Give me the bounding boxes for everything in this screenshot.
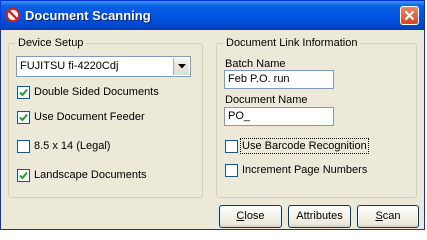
legal-size-checkbox[interactable]: 8.5 x 14 (Legal)	[17, 139, 197, 154]
chevron-down-icon	[178, 64, 186, 69]
checkbox-box[interactable]	[225, 140, 238, 153]
document-name-input[interactable]: PO_	[224, 107, 334, 126]
landscape-label: Landscape Documents	[34, 169, 147, 181]
double-sided-label: Double Sided Documents	[34, 86, 159, 98]
scan-button-accel: S	[375, 210, 383, 222]
checkbox-box[interactable]	[17, 111, 30, 124]
title-bar[interactable]: Document Scanning	[1, 1, 424, 30]
barcode-recognition-label: Use Barcode Recognition	[240, 138, 369, 154]
checkbox-box[interactable]	[225, 164, 238, 177]
device-setup-group: Device Setup FUJITSU fi-4220Cdj Double S…	[8, 37, 203, 198]
checkmark-icon	[19, 171, 28, 180]
document-feeder-label: Use Document Feeder	[34, 111, 145, 123]
batch-name-label: Batch Name	[225, 58, 286, 70]
batch-name-value: Feb P.O. run	[228, 73, 290, 85]
scanner-select-value: FUJITSU fi-4220Cdj	[20, 60, 119, 72]
batch-name-input[interactable]: Feb P.O. run	[224, 70, 334, 89]
barcode-recognition-checkbox[interactable]: Use Barcode Recognition	[225, 138, 410, 154]
checkbox-box[interactable]	[17, 140, 30, 153]
document-feeder-checkbox[interactable]: Use Document Feeder	[17, 110, 197, 125]
checkbox-box[interactable]	[17, 169, 30, 182]
double-sided-checkbox[interactable]: Double Sided Documents	[17, 85, 197, 100]
checkbox-box[interactable]	[17, 86, 30, 99]
checkmark-icon	[19, 113, 28, 122]
no-sign-icon	[5, 7, 21, 23]
dropdown-arrow-button[interactable]	[173, 58, 189, 75]
document-name-value: PO_	[228, 110, 251, 122]
legal-size-label: 8.5 x 14 (Legal)	[34, 140, 111, 152]
close-button[interactable]: Close	[219, 205, 282, 228]
close-icon	[404, 10, 415, 21]
scan-button[interactable]: Scan	[357, 205, 419, 228]
document-scanning-dialog: Document Scanning Device Setup FUJITSU f…	[0, 0, 425, 230]
window-title: Document Scanning	[25, 8, 151, 23]
close-button-rest: lose	[244, 210, 265, 222]
checkmark-icon	[19, 88, 28, 97]
document-name-label: Document Name	[225, 94, 308, 106]
device-setup-legend: Device Setup	[15, 37, 87, 49]
increment-page-checkbox[interactable]: Increment Page Numbers	[225, 163, 410, 178]
document-link-group: Document Link Information Batch Name Feb…	[216, 37, 417, 198]
close-window-button[interactable]	[400, 6, 419, 25]
landscape-checkbox[interactable]: Landscape Documents	[17, 168, 197, 183]
scan-button-rest: can	[382, 210, 401, 222]
attributes-button[interactable]: Attributes	[288, 205, 351, 228]
attributes-button-label: Attributes	[296, 210, 343, 222]
document-link-legend: Document Link Information	[223, 37, 361, 49]
scanner-select[interactable]: FUJITSU fi-4220Cdj	[16, 56, 191, 77]
increment-page-label: Increment Page Numbers	[242, 164, 368, 176]
